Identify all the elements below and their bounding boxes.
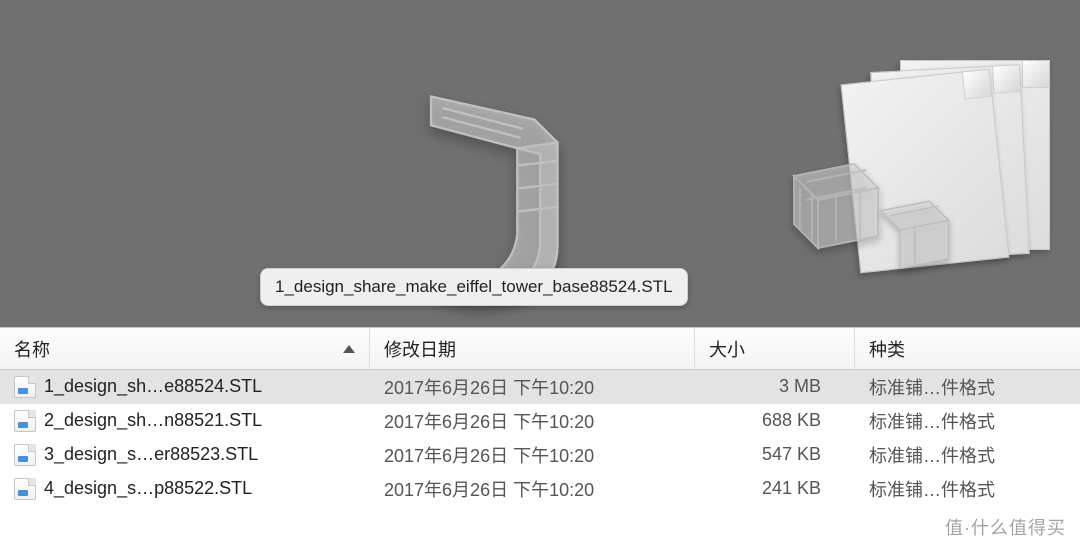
cell-kind: 标准铺…件格式: [855, 442, 1080, 468]
table-row[interactable]: 1_design_sh…e88524.STL 2017年6月26日 下午10:20…: [0, 370, 1080, 404]
stl-file-icon: [14, 444, 36, 466]
column-header-kind[interactable]: 种类: [855, 328, 1080, 369]
cell-size: 547 KB: [695, 444, 855, 465]
column-header-size[interactable]: 大小: [695, 328, 855, 369]
tooltip-text: 1_design_share_make_eiffel_tower_base885…: [275, 277, 673, 296]
cell-name: 1_design_sh…e88524.STL: [0, 376, 370, 398]
cell-size: 3 MB: [695, 376, 855, 397]
cell-kind: 标准铺…件格式: [855, 408, 1080, 434]
column-header-row: 名称 修改日期 大小 种类: [0, 328, 1080, 370]
column-header-kind-label: 种类: [869, 336, 905, 362]
stacked-file-icon: [840, 69, 1009, 274]
column-header-size-label: 大小: [709, 336, 745, 362]
cell-size: 688 KB: [695, 410, 855, 431]
watermark-text: 值·什么值得买: [945, 514, 1066, 540]
file-name-text: 1_design_sh…e88524.STL: [44, 376, 262, 397]
file-name-text: 4_design_s…p88522.STL: [44, 478, 252, 499]
column-header-name[interactable]: 名称: [0, 328, 370, 369]
file-name-text: 2_design_sh…n88521.STL: [44, 410, 262, 431]
column-header-date-label: 修改日期: [384, 336, 456, 362]
preview-pane[interactable]: 1_design_share_make_eiffel_tower_base885…: [0, 0, 1080, 327]
file-name-text: 3_design_s…er88523.STL: [44, 444, 258, 465]
file-rows-container: 1_design_sh…e88524.STL 2017年6月26日 下午10:20…: [0, 370, 1080, 506]
cell-size: 241 KB: [695, 478, 855, 499]
table-row[interactable]: 3_design_s…er88523.STL 2017年6月26日 下午10:20…: [0, 438, 1080, 472]
stl-file-icon: [14, 478, 36, 500]
table-row[interactable]: 4_design_s…p88522.STL 2017年6月26日 下午10:202…: [0, 472, 1080, 506]
cell-date: 2017年6月26日 下午10:20: [370, 476, 695, 502]
cell-kind: 标准铺…件格式: [855, 374, 1080, 400]
table-row[interactable]: 2_design_sh…n88521.STL 2017年6月26日 下午10:20…: [0, 404, 1080, 438]
cell-name: 2_design_sh…n88521.STL: [0, 410, 370, 432]
column-header-name-label: 名称: [14, 336, 50, 362]
file-list-pane: 名称 修改日期 大小 种类 1_design_sh…e88524.STL 2017…: [0, 327, 1080, 546]
sort-ascending-icon: [343, 345, 355, 353]
stl-file-icon: [14, 410, 36, 432]
cell-name: 4_design_s…p88522.STL: [0, 478, 370, 500]
model-stack: [820, 50, 1060, 290]
cell-name: 3_design_s…er88523.STL: [0, 444, 370, 466]
cell-kind: 标准铺…件格式: [855, 476, 1080, 502]
filename-tooltip: 1_design_share_make_eiffel_tower_base885…: [260, 268, 688, 306]
cell-date: 2017年6月26日 下午10:20: [370, 374, 695, 400]
cell-date: 2017年6月26日 下午10:20: [370, 408, 695, 434]
stl-file-icon: [14, 376, 36, 398]
cell-date: 2017年6月26日 下午10:20: [370, 442, 695, 468]
column-header-date[interactable]: 修改日期: [370, 328, 695, 369]
